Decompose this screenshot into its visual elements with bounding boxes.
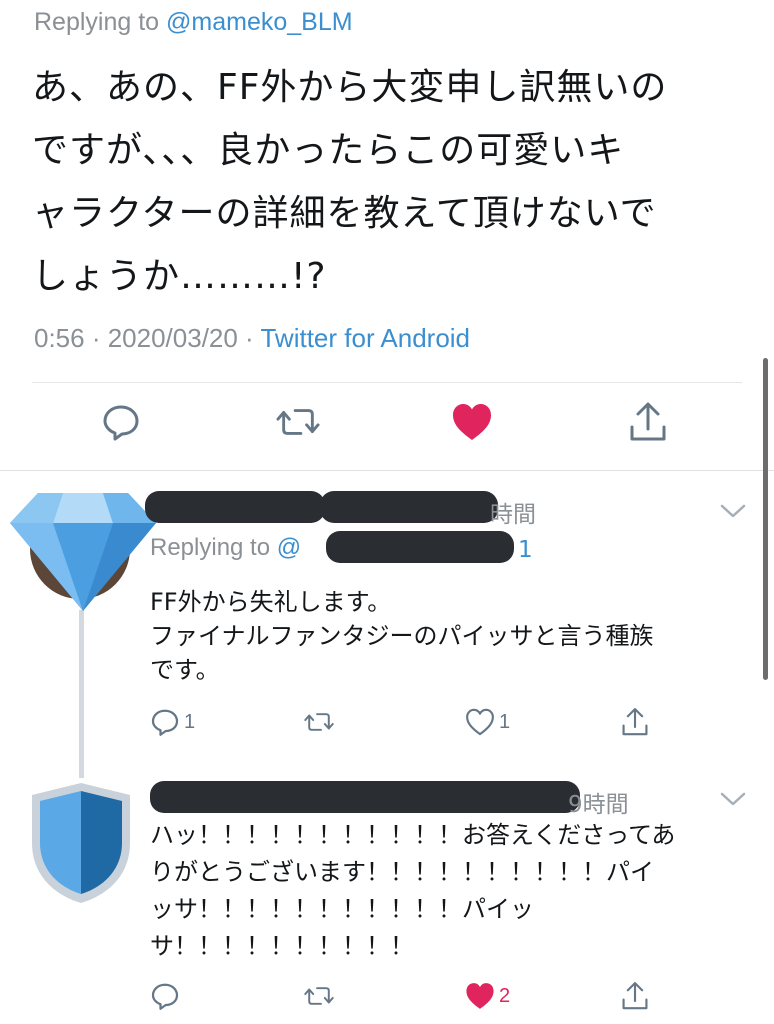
replying-to-label: Replying to: [34, 8, 167, 36]
reply-body: FF外から失礼します。 ファイナルファンタジーのパイッサと言う種族 です。: [150, 585, 740, 687]
reply-button[interactable]: [150, 979, 180, 1013]
reply-tweet: 時間 Replying to @ 1 FF外から失礼します。 ファイナルファンタ…: [0, 471, 774, 771]
retweet-icon: [304, 713, 334, 731]
redacted-display-name: [145, 491, 325, 523]
share-icon: [622, 708, 648, 736]
chevron-down-icon[interactable]: [720, 791, 746, 807]
crystal-gem-icon: [10, 493, 156, 611]
like-count: 2: [499, 984, 511, 1007]
reply-line: サ！！！！！！！！！！: [150, 932, 414, 960]
like-icon: [466, 983, 494, 1009]
reply-icon: [151, 709, 179, 736]
reply-count: 1: [184, 710, 196, 733]
like-button[interactable]: [450, 400, 494, 444]
replying-to-handle-link[interactable]: @mameko_BLM: [166, 8, 353, 36]
share-button[interactable]: [626, 400, 670, 444]
reply-button[interactable]: 1: [150, 705, 195, 739]
share-icon: [630, 402, 666, 441]
like-icon: [453, 404, 491, 440]
reply-icon: [151, 983, 179, 1010]
replying-to-line: Replying to @mameko_BLM: [34, 8, 353, 37]
reply-timestamp: 時間: [490, 502, 536, 528]
reply-button[interactable]: [99, 400, 143, 444]
like-button[interactable]: 2: [465, 979, 510, 1013]
tweet-line: ですが、、、良かったらこの可愛いキ: [32, 130, 625, 171]
divider: [32, 382, 742, 383]
like-icon: [466, 708, 494, 736]
redacted-handle: [326, 531, 514, 563]
tweet-meta: 0:56 · 2020/03/20 · Twitter for Android: [34, 323, 470, 354]
reply-line: ハッ！！！！！！！！！！！お答えくださってあ: [150, 821, 676, 849]
reply-tweet: 9時間 ハッ！！！！！！！！！！！お答えくださってあ りがとうございます！！！！…: [0, 771, 774, 1024]
tweet-line: しょうか………!?: [32, 256, 327, 297]
redacted-display-name: [150, 781, 580, 813]
reply-body: ハッ！！！！！！！！！！！お答えくださってあ りがとうございます！！！！！！！！…: [150, 817, 750, 965]
reply-line: りがとうございます！！！！！！！！！！パイ: [150, 858, 654, 886]
share-icon: [622, 982, 648, 1010]
redacted-username: [320, 491, 498, 523]
tweet-timestamp: 0:56 · 2020/03/20 ·: [34, 323, 261, 353]
reply-line: ファイナルファンタジーのパイッサと言う種族: [150, 622, 654, 650]
retweet-button[interactable]: [276, 400, 320, 444]
retweet-icon: [276, 409, 320, 435]
reply-line: ッサ！！！！！！！！！！！パイッ: [150, 895, 534, 923]
tweet-action-bar: [0, 400, 774, 456]
share-button[interactable]: [620, 705, 650, 739]
reply-timestamp: 9時間: [568, 792, 629, 818]
reply-line: FF外から失礼します。: [150, 588, 392, 616]
main-tweet: Replying to @mameko_BLM あ、あの、FF外から大変申し訳無…: [0, 0, 774, 470]
share-button[interactable]: [620, 979, 650, 1013]
tweet-body: あ、あの、FF外から大変申し訳無いの ですが、、、良かったらこの可愛いキ ャラク…: [32, 56, 744, 308]
replying-to-handle-tail: 1: [518, 537, 533, 563]
chevron-down-icon[interactable]: [720, 503, 746, 519]
tweet-source-link[interactable]: Twitter for Android: [260, 323, 470, 353]
retweet-button[interactable]: [304, 705, 334, 739]
replying-to-label: Replying to: [150, 534, 277, 561]
like-count: 1: [499, 710, 511, 733]
replying-to-handle-link[interactable]: @: [277, 534, 301, 561]
retweet-icon: [304, 987, 334, 1005]
reply-action-bar: 2: [0, 979, 774, 1015]
shield-icon[interactable]: [28, 781, 134, 905]
reply-icon: [103, 405, 139, 441]
like-button[interactable]: 1: [465, 705, 510, 739]
tweet-line: ャラクターの詳細を教えて頂けないで: [32, 193, 657, 234]
retweet-button[interactable]: [304, 979, 334, 1013]
reply-line: です。: [150, 656, 220, 684]
replying-to-line: Replying to @: [150, 534, 301, 562]
reply-action-bar: 1 1: [0, 705, 774, 741]
tweet-line: あ、あの、FF外から大変申し訳無いの: [32, 67, 668, 108]
